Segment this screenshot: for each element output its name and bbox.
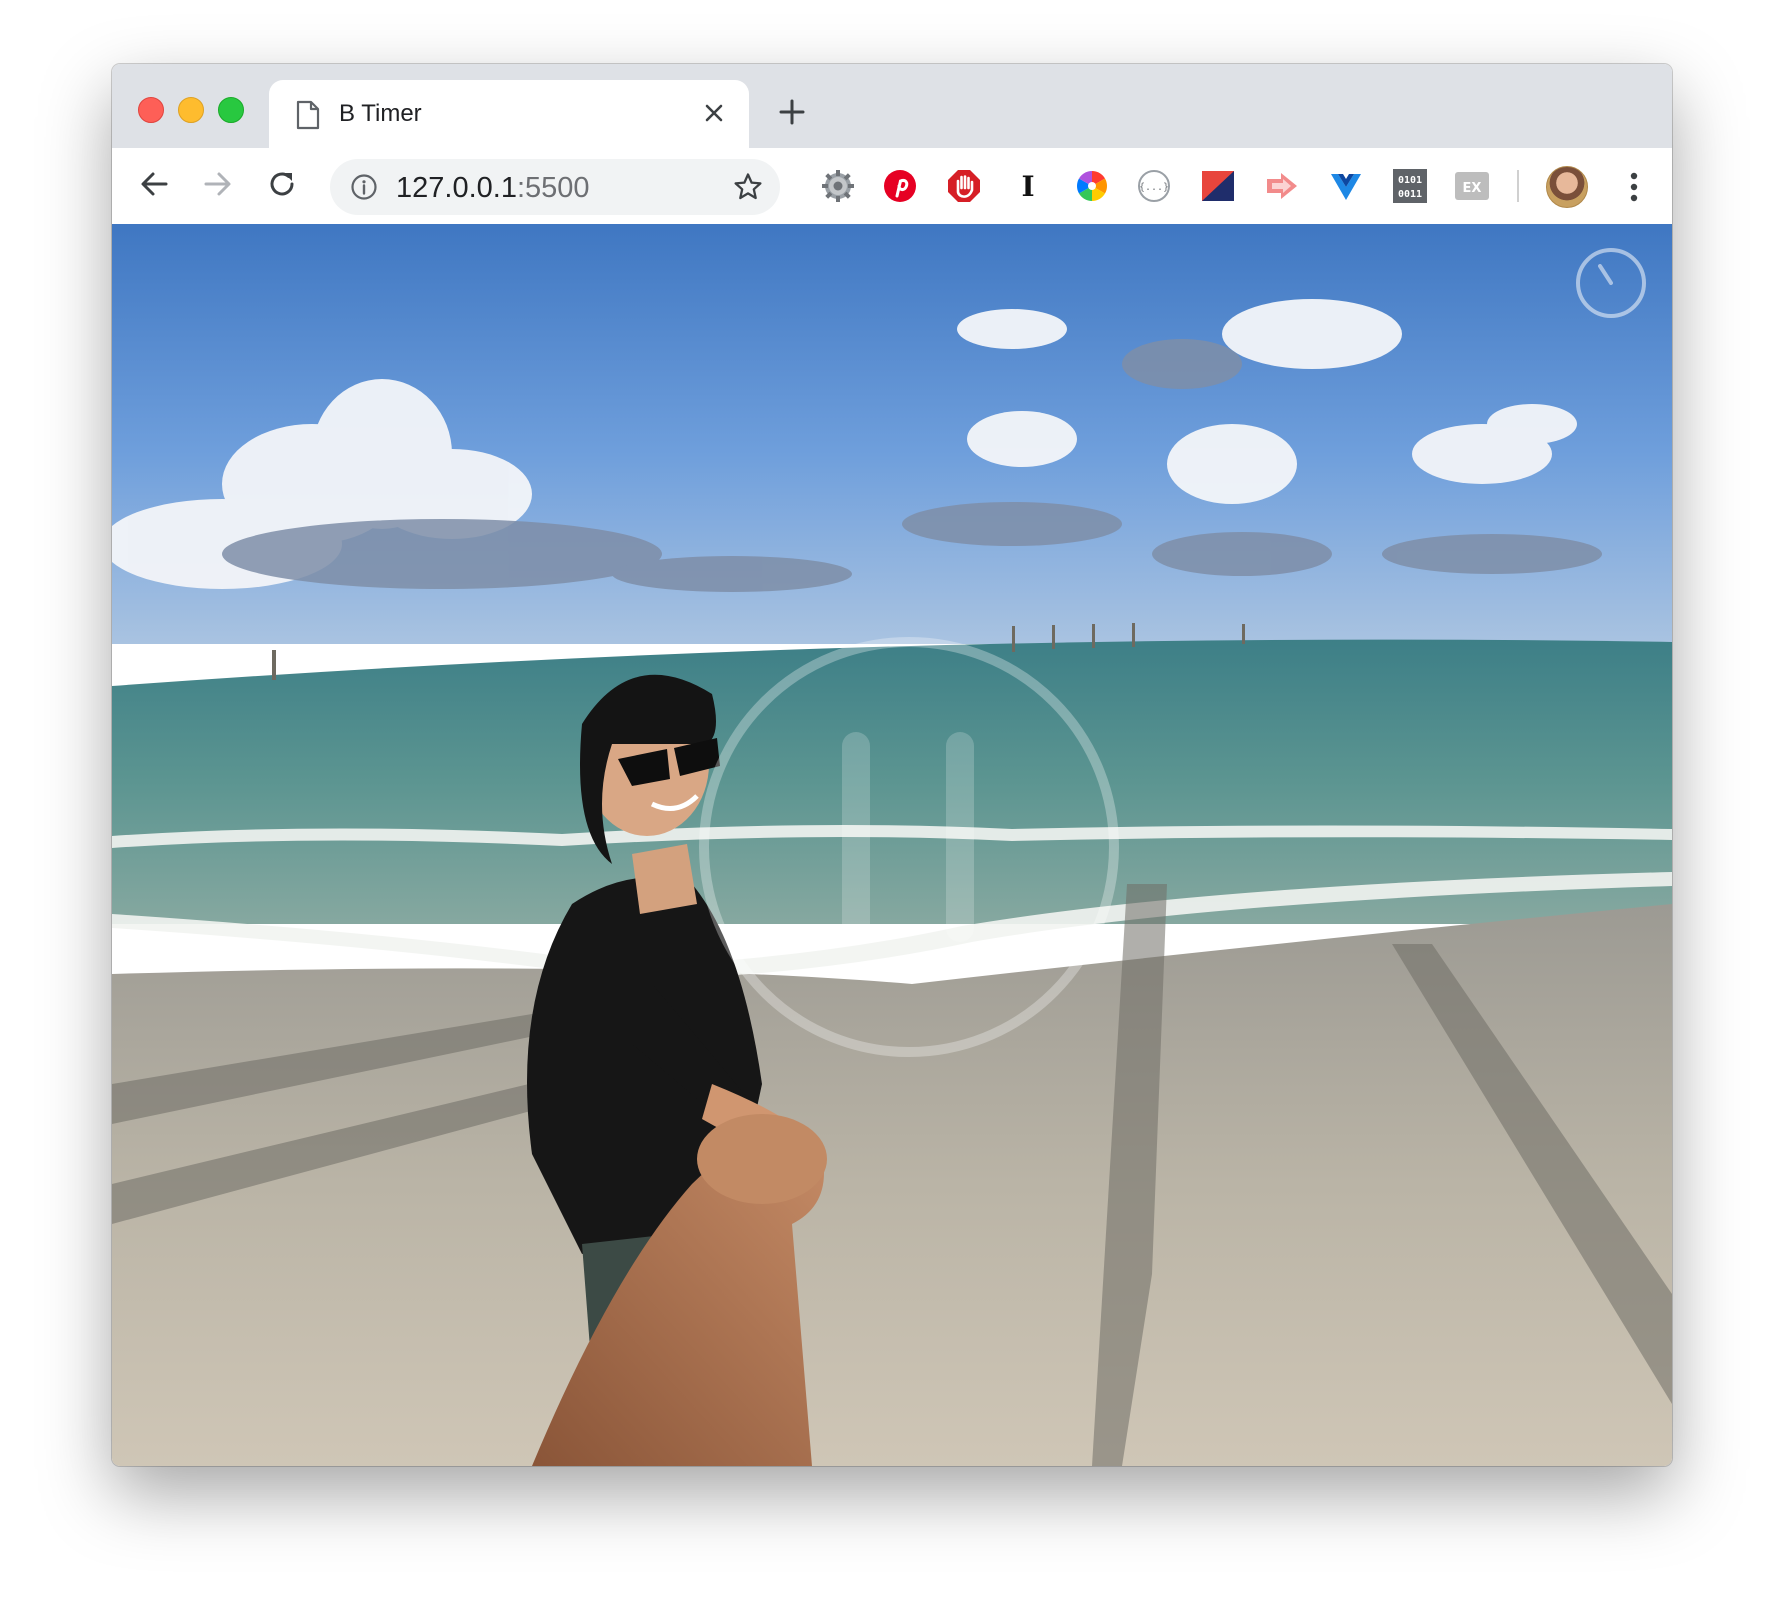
arrow-right-icon[interactable] — [198, 164, 238, 204]
address-bar[interactable]: 127.0.0.1:5500 — [330, 159, 780, 215]
arrow-left-icon[interactable] — [134, 164, 174, 204]
toolbar-separator — [1517, 170, 1519, 202]
tab-title: B Timer — [339, 100, 422, 127]
cast-arrow-icon[interactable] — [1264, 168, 1300, 204]
text-cursor-icon[interactable]: I — [1010, 168, 1046, 204]
color-wheel-icon[interactable] — [1074, 168, 1110, 204]
ex-icon[interactable]: EX — [1454, 168, 1490, 204]
new-tab-button[interactable] — [776, 96, 808, 128]
json-viewer-glyph: {...} — [1139, 182, 1169, 193]
ex-glyph: EX — [1463, 181, 1482, 196]
tab-strip: B Timer — [112, 64, 1672, 148]
text-cursor-glyph: I — [1021, 170, 1034, 203]
document-icon — [296, 100, 320, 130]
window-maximize-button[interactable] — [218, 97, 244, 123]
url-port: :5500 — [516, 172, 590, 204]
tab-active[interactable]: B Timer — [269, 80, 749, 148]
flag-split-icon[interactable] — [1200, 168, 1236, 204]
timer-icon[interactable] — [1572, 244, 1650, 322]
browser-window: B Timer 127.0.0.1:5500 I {...} 0101 0011… — [112, 64, 1672, 1466]
binary-glyph-row-1: 0101 — [1398, 175, 1422, 186]
vue-devtools-icon[interactable] — [1328, 168, 1364, 204]
browser-toolbar: 127.0.0.1:5500 I {...} 0101 0011 EX — [112, 148, 1672, 225]
pinterest-icon[interactable] — [882, 168, 918, 204]
info-icon[interactable] — [350, 173, 378, 201]
binary-glyph-row-2: 0011 — [1398, 189, 1422, 200]
avatar[interactable] — [1546, 166, 1588, 208]
settings-gear-icon[interactable] — [820, 168, 856, 204]
json-viewer-icon[interactable]: {...} — [1136, 168, 1172, 204]
window-minimize-button[interactable] — [178, 97, 204, 123]
close-icon[interactable] — [699, 98, 729, 128]
reload-icon[interactable] — [262, 164, 302, 204]
window-close-button[interactable] — [138, 97, 164, 123]
page-content — [112, 224, 1672, 1466]
star-icon[interactable] — [732, 171, 764, 203]
url-host: 127.0.0.1 — [396, 172, 517, 204]
url-text[interactable]: 127.0.0.1:5500 — [396, 172, 590, 205]
kebab-menu-icon[interactable] — [1618, 170, 1650, 204]
adblock-hand-icon[interactable] — [946, 168, 982, 204]
pause-icon[interactable] — [694, 632, 1124, 1062]
binary-icon[interactable]: 0101 0011 — [1392, 168, 1428, 204]
